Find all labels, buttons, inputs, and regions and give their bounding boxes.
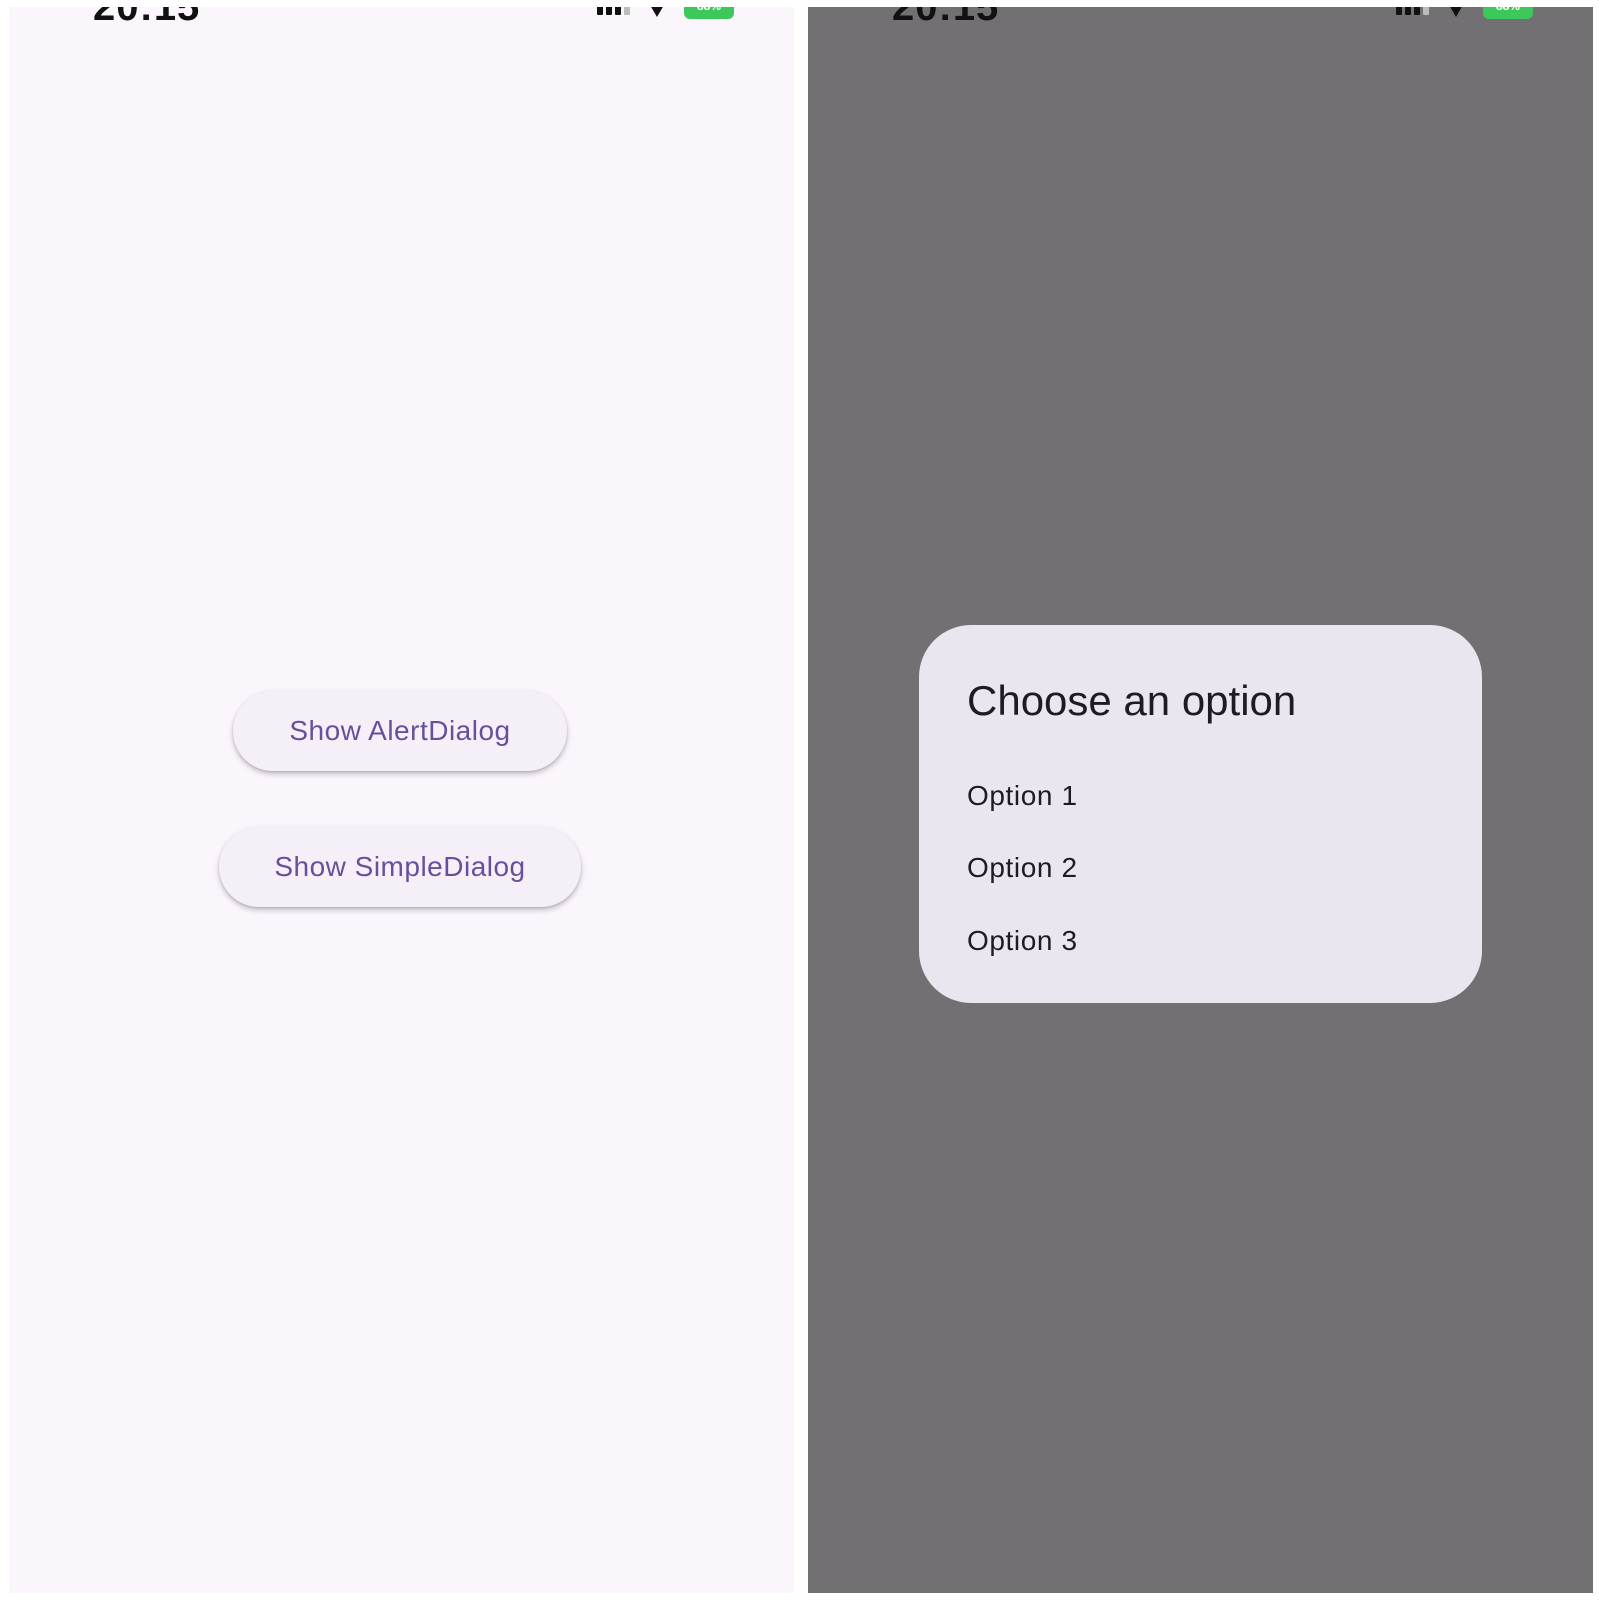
battery-icon: 88% bbox=[684, 7, 734, 19]
status-time: 20:15 bbox=[892, 7, 1000, 29]
signal-icon bbox=[597, 7, 630, 15]
dialog-option-2[interactable]: Option 2 bbox=[967, 852, 1078, 884]
status-time: 20:15 bbox=[93, 7, 201, 29]
screenshot-canvas: 20:15 88% Show AlertDialog Show SimpleDi… bbox=[0, 0, 1600, 1600]
status-icons: 88% bbox=[1396, 7, 1533, 19]
home-screen: 20:15 88% Show AlertDialog Show SimpleDi… bbox=[9, 7, 794, 1593]
battery-icon: 88% bbox=[1483, 7, 1533, 19]
dialog-option-1[interactable]: Option 1 bbox=[967, 780, 1078, 812]
dialog-option-3[interactable]: Option 3 bbox=[967, 925, 1078, 957]
simple-dialog: Choose an option Option 1 Option 2 Optio… bbox=[919, 625, 1482, 1003]
show-alert-dialog-button[interactable]: Show AlertDialog bbox=[233, 691, 567, 771]
wifi-icon bbox=[1449, 7, 1463, 17]
wifi-icon bbox=[650, 7, 664, 17]
dialog-title: Choose an option bbox=[967, 677, 1297, 724]
dialog-screen[interactable]: 20:15 88% Choose an option Option 1 Opti… bbox=[808, 7, 1593, 1593]
signal-icon bbox=[1396, 7, 1429, 15]
show-simple-dialog-button[interactable]: Show SimpleDialog bbox=[219, 827, 581, 907]
status-icons: 88% bbox=[597, 7, 734, 19]
